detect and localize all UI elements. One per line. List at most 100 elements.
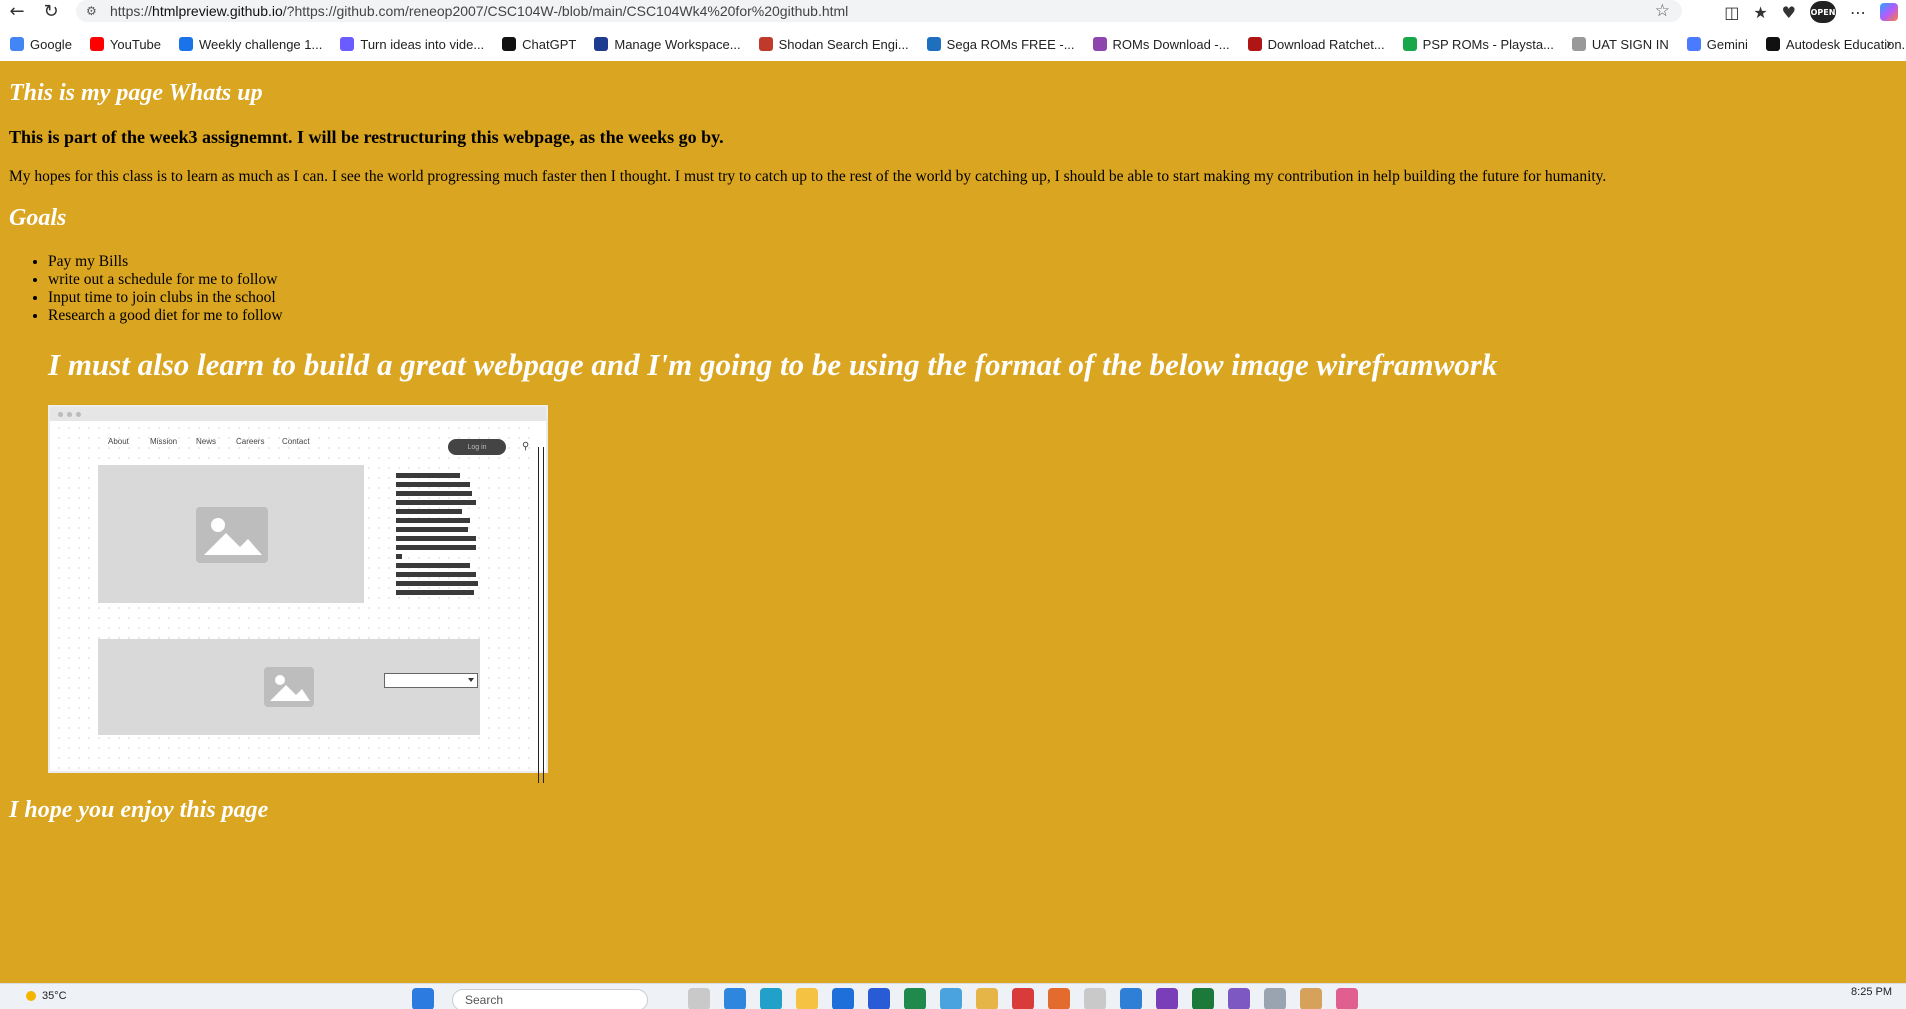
bookmark-label: YouTube bbox=[109, 36, 162, 52]
wireframe-nav-item: Mission bbox=[150, 437, 178, 446]
address-bar[interactable]: ⚙ https://htmlpreview.github.io/?https:/… bbox=[76, 0, 1682, 22]
bookmark-label: ChatGPT bbox=[522, 36, 577, 52]
bookmark-label: Weekly challenge 1... bbox=[199, 36, 323, 52]
browser-essentials-icon[interactable]: ♥ bbox=[1782, 3, 1796, 22]
task-view-icon[interactable] bbox=[688, 988, 710, 1009]
image-placeholder-icon bbox=[196, 507, 268, 563]
bookmark-favicon-icon bbox=[1765, 37, 1780, 51]
page-title: This is my page Whats up bbox=[9, 80, 263, 106]
temperature: 35°C bbox=[42, 990, 67, 1002]
bookmarks-bar: Google YouTube Weekly challenge 1... Turn i… bbox=[0, 30, 1906, 58]
app-icon[interactable] bbox=[1264, 988, 1286, 1009]
bookmark-favicon-icon bbox=[1247, 37, 1262, 51]
taskbar-search[interactable]: Search bbox=[452, 989, 648, 1009]
wireframe-nav-item: Careers bbox=[236, 437, 265, 446]
bookmark-favicon-icon bbox=[1571, 37, 1586, 51]
bookmark-item[interactable]: ROMs Download -... bbox=[1092, 36, 1230, 52]
bookmark-favicon-icon bbox=[340, 37, 355, 51]
page-subtitle: This is part of the week3 assignemnt. I … bbox=[9, 127, 724, 147]
bookmark-favicon-icon bbox=[1686, 37, 1701, 51]
clock[interactable]: 8:25 PM bbox=[1851, 986, 1892, 998]
bookmark-label: Download Ratchet... bbox=[1267, 36, 1385, 52]
app-icon[interactable] bbox=[1336, 988, 1358, 1009]
more-menu-icon[interactable]: ⋯ bbox=[1850, 3, 1866, 22]
bookmark-label: Shodan Search Engi... bbox=[778, 36, 909, 52]
wireframe-image: About Mission News Careers Contact Log i… bbox=[48, 405, 548, 783]
weather-widget[interactable]: 35°C bbox=[26, 990, 67, 1002]
bookmark-favicon-icon bbox=[89, 37, 104, 51]
bookmark-item[interactable]: Sega ROMs FREE -... bbox=[926, 37, 1075, 52]
bookmark-favicon-icon bbox=[1402, 37, 1417, 51]
goal-item: write out a schedule for me to follow bbox=[48, 271, 283, 289]
bookmark-item[interactable]: ChatGPT bbox=[502, 37, 576, 52]
bookmark-item[interactable]: Manage Workspace... bbox=[594, 36, 741, 52]
bookmark-item[interactable]: Weekly challenge 1... bbox=[179, 37, 322, 52]
pinned-apps bbox=[688, 988, 1358, 1009]
reload-icon[interactable]: ↻ bbox=[38, 0, 64, 22]
wireframe-search-icon: ⚲ bbox=[522, 441, 530, 452]
wireframe-dropdown bbox=[384, 673, 478, 688]
bookmark-label: Google bbox=[30, 36, 72, 52]
excel-icon[interactable] bbox=[904, 988, 926, 1009]
xbox-icon[interactable] bbox=[1192, 988, 1214, 1009]
media-icon[interactable] bbox=[1012, 988, 1034, 1009]
wireframe-hero-image bbox=[98, 465, 364, 603]
copilot-icon[interactable] bbox=[1880, 3, 1898, 21]
bookmark-label: Gemini bbox=[1706, 36, 1748, 52]
wireframe-nav-item: Contact bbox=[282, 437, 310, 446]
bookmark-item[interactable]: Shodan Search Engi... bbox=[758, 36, 909, 52]
calculator-icon[interactable] bbox=[940, 988, 962, 1009]
office-icon[interactable] bbox=[1048, 988, 1070, 1009]
bookmark-favicon-icon bbox=[926, 37, 941, 51]
photos-icon[interactable] bbox=[1084, 988, 1106, 1009]
word-icon[interactable] bbox=[868, 988, 890, 1009]
app-icon[interactable] bbox=[1300, 988, 1322, 1009]
bookmark-item[interactable]: YouTube bbox=[89, 36, 162, 52]
sun-icon bbox=[26, 991, 36, 1001]
bookmark-label: ROMs Download -... bbox=[1112, 36, 1230, 52]
store-icon[interactable] bbox=[832, 988, 854, 1009]
url-path: /?https://github.com/reneop2007/CSC104W-… bbox=[282, 3, 849, 19]
bookmark-item[interactable]: Download Ratchet... bbox=[1247, 36, 1385, 52]
bookmarks-overflow-icon[interactable]: › bbox=[1886, 34, 1892, 53]
visual-studio-icon[interactable] bbox=[1228, 988, 1250, 1009]
windows-taskbar: 35°C Search 8:25 PM bbox=[0, 983, 1906, 1009]
start-icon[interactable] bbox=[412, 988, 434, 1009]
extensions-icon[interactable]: ◫ bbox=[1724, 3, 1739, 22]
wireframe-canvas: About Mission News Careers Contact Log i… bbox=[54, 423, 544, 783]
bookmark-favicon-icon bbox=[594, 37, 609, 51]
browser-toolbar: ← ↻ ⚙ https://htmlpreview.github.io/?htt… bbox=[0, 0, 1906, 24]
closing-heading: I hope you enjoy this page bbox=[9, 797, 269, 823]
bookmark-star-icon[interactable]: ☆ bbox=[1655, 1, 1670, 21]
bookmark-label: UAT SIGN IN bbox=[1591, 36, 1669, 52]
wireframe-window-bar bbox=[50, 407, 546, 421]
bookmark-item[interactable]: Turn ideas into vide... bbox=[340, 37, 484, 52]
bookmark-item[interactable]: Gemini bbox=[1686, 36, 1748, 52]
bookmark-label: Manage Workspace... bbox=[614, 36, 741, 52]
profile-avatar[interactable]: OPEN bbox=[1810, 1, 1836, 23]
bookmark-favicon-icon bbox=[758, 37, 773, 51]
wireframe-login-button: Log in bbox=[448, 439, 506, 455]
page-viewport: This is my page Whats up This is part of… bbox=[0, 61, 1906, 983]
edge-icon[interactable] bbox=[724, 988, 746, 1009]
wireframe-heading: I must also learn to build a great webpa… bbox=[48, 347, 1498, 382]
vscode-icon[interactable] bbox=[1120, 988, 1142, 1009]
goal-item: Research a good diet for me to follow bbox=[48, 307, 283, 325]
app-icon[interactable] bbox=[1156, 988, 1178, 1009]
bookmark-favicon-icon bbox=[1092, 37, 1107, 51]
wireframe-nav-item: About bbox=[108, 437, 129, 446]
wireframe-nav-item: News bbox=[196, 437, 217, 446]
notes-icon[interactable] bbox=[976, 988, 998, 1009]
bookmark-item[interactable]: UAT SIGN IN bbox=[1571, 36, 1669, 52]
file-explorer-icon[interactable] bbox=[796, 988, 818, 1009]
bookmark-item[interactable]: PSP ROMs - Playsta... bbox=[1402, 37, 1554, 52]
bookmark-item[interactable]: Google bbox=[10, 37, 72, 52]
goal-item: Input time to join clubs in the school bbox=[48, 289, 283, 307]
bookmark-favicon-icon bbox=[179, 37, 194, 51]
goals-list: Pay my Bills write out a schedule for me… bbox=[48, 253, 283, 325]
intro-paragraph: My hopes for this class is to learn as m… bbox=[9, 168, 1607, 185]
site-info-icon[interactable]: ⚙ bbox=[86, 4, 102, 18]
back-icon[interactable]: ← bbox=[4, 0, 30, 22]
favorites-icon[interactable]: ★ bbox=[1753, 3, 1767, 22]
browser-icon[interactable] bbox=[760, 988, 782, 1009]
